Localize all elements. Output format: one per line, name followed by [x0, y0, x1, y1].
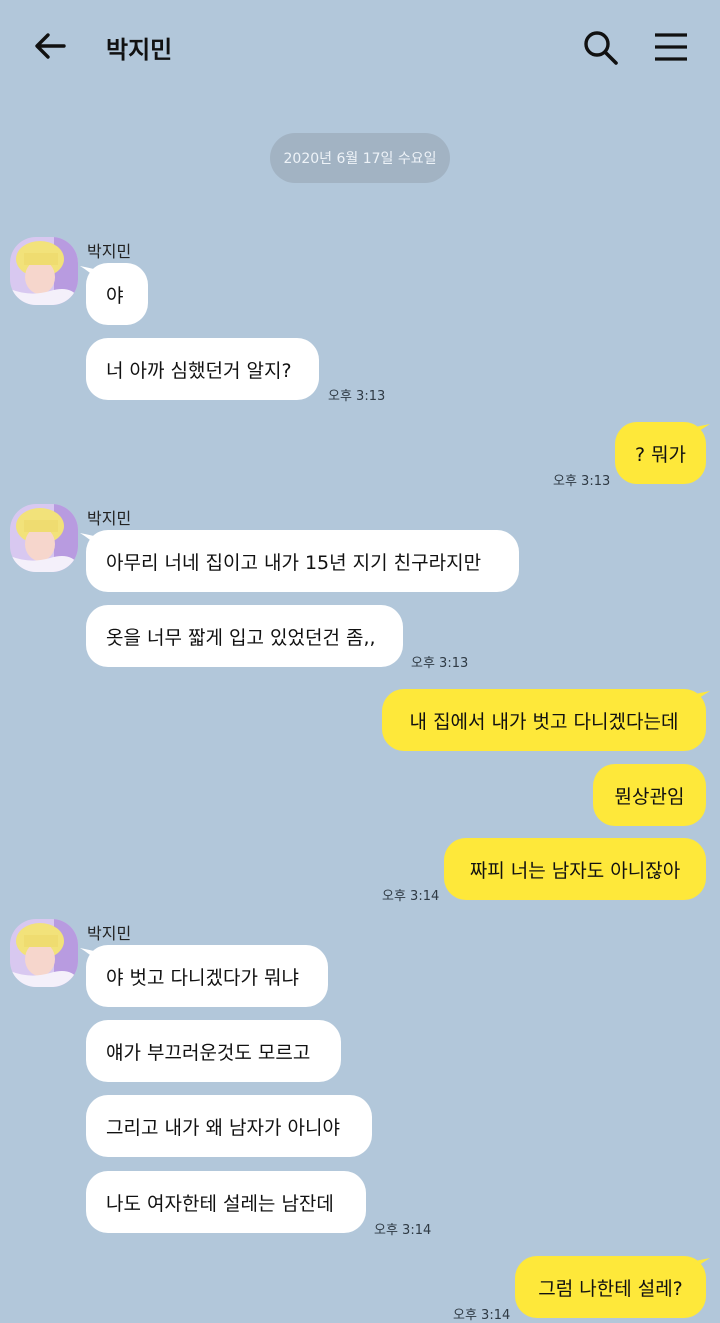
arrow-left-icon	[35, 33, 66, 59]
outgoing-message[interactable]: 그럼 나한테 설레?	[515, 1256, 706, 1318]
outgoing-message[interactable]: ? 뭐가	[615, 422, 706, 484]
search-icon	[584, 31, 618, 65]
incoming-message[interactable]: 야 벗고 다니겠다가 뭐냐	[86, 945, 328, 1007]
sender-name: 박지민	[87, 924, 132, 943]
incoming-message[interactable]: 얘가 부끄러운것도 모르고	[86, 1020, 341, 1082]
incoming-message[interactable]: 옷을 너무 짧게 입고 있었던건 좀,,	[86, 605, 403, 667]
sender-name: 박지민	[87, 242, 132, 261]
timestamp: 오후 3:13	[411, 656, 469, 671]
profile-photo-icon	[10, 237, 78, 305]
hamburger-menu-icon	[655, 33, 687, 61]
timestamp: 오후 3:13	[328, 389, 386, 404]
incoming-message[interactable]: 야	[86, 263, 148, 325]
incoming-message[interactable]: 그리고 내가 왜 남자가 아니야	[86, 1095, 372, 1157]
outgoing-message[interactable]: 짜피 너는 남자도 아니잖아	[444, 838, 706, 900]
timestamp: 오후 3:14	[382, 889, 440, 904]
incoming-message[interactable]: 나도 여자한테 설레는 남잔데	[86, 1171, 366, 1233]
timestamp: 오후 3:14	[374, 1223, 432, 1238]
avatar[interactable]	[10, 919, 78, 987]
timestamp: 오후 3:13	[553, 474, 611, 489]
date-divider: 2020년 6월 17일 수요일	[270, 133, 450, 183]
chat-header: 박지민	[0, 0, 720, 96]
incoming-message[interactable]: 아무리 너네 집이고 내가 15년 지기 친구라지만	[86, 530, 519, 592]
avatar[interactable]	[10, 504, 78, 572]
sender-name: 박지민	[87, 509, 132, 528]
avatar[interactable]	[10, 237, 78, 305]
incoming-message[interactable]: 너 아까 심했던거 알지?	[86, 338, 319, 400]
chat-title: 박지민	[106, 36, 173, 64]
outgoing-message[interactable]: 내 집에서 내가 벗고 다니겠다는데	[382, 689, 706, 751]
back-button[interactable]	[28, 24, 72, 68]
search-button[interactable]	[578, 24, 624, 70]
timestamp: 오후 3:14	[453, 1308, 511, 1323]
profile-photo-icon	[10, 504, 78, 572]
outgoing-message[interactable]: 뭔상관임	[593, 764, 706, 826]
profile-photo-icon	[10, 919, 78, 987]
menu-button[interactable]	[648, 24, 694, 70]
